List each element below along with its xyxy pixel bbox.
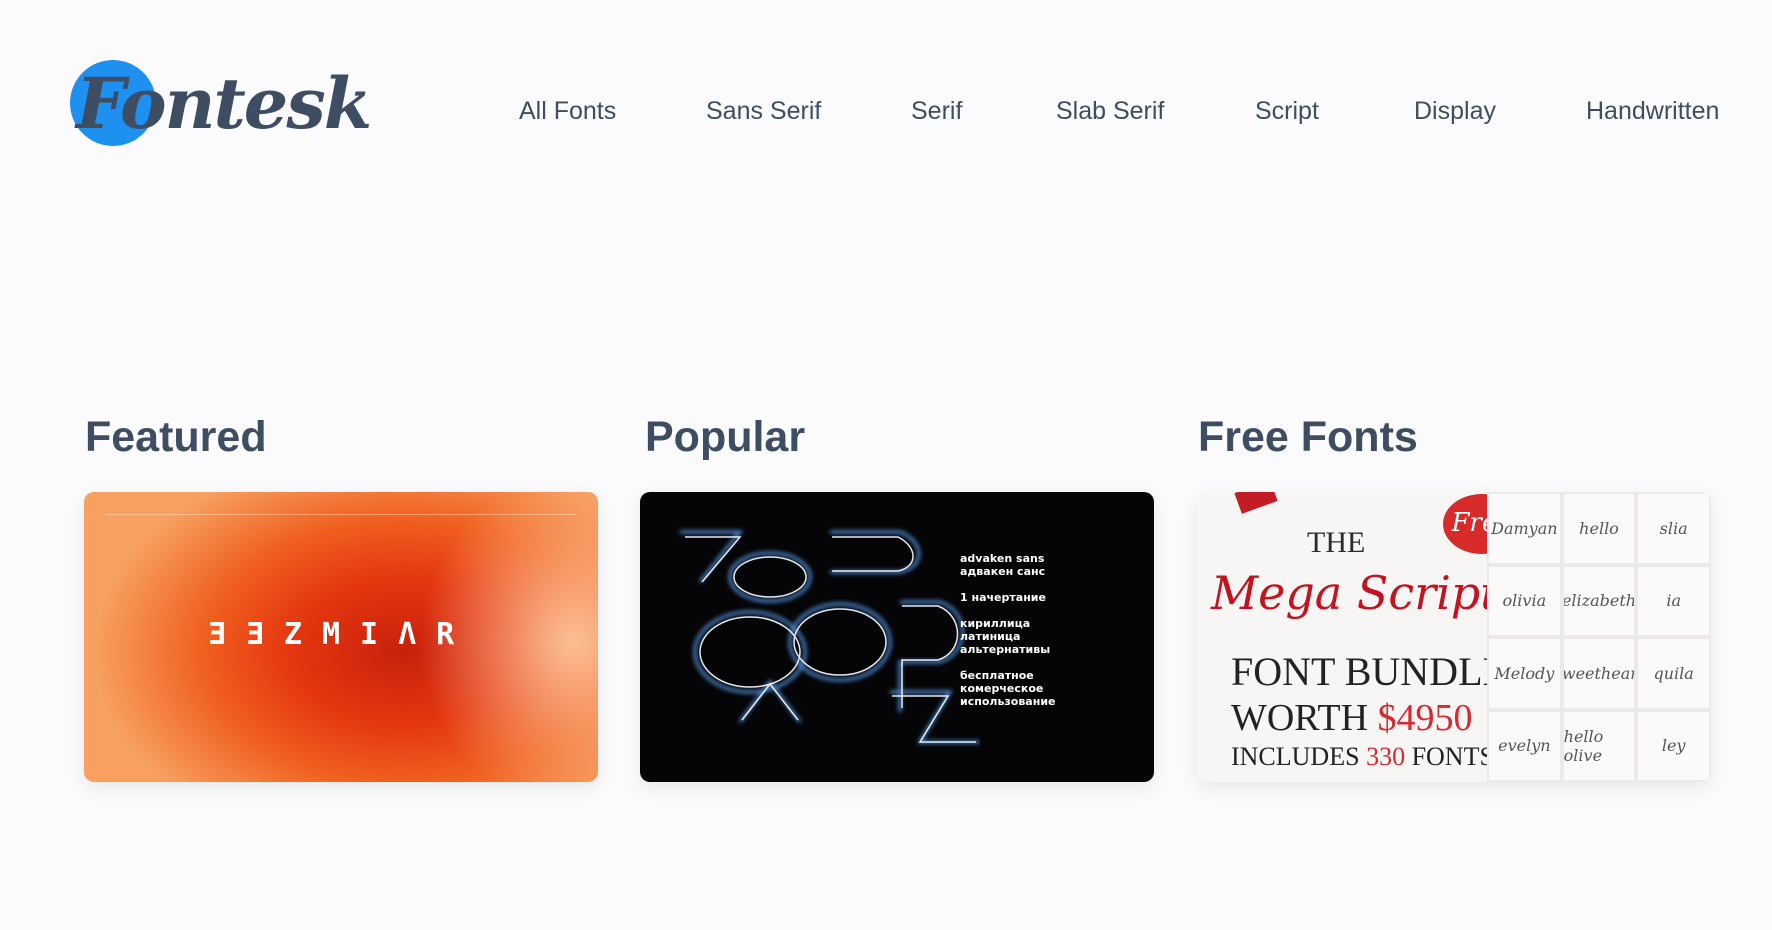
- featured-card[interactable]: ƎƎZMIΛR: [84, 492, 598, 782]
- promo-includes-suffix: FONTS: [1411, 742, 1494, 771]
- promo-includes-count: 330: [1366, 742, 1406, 771]
- font-preview-tile: hello olive: [1563, 711, 1635, 780]
- free-fonts-card[interactable]: THE Mega Script FONT BUNDLE WORTH $4950 …: [1197, 492, 1711, 782]
- nav-display[interactable]: Display: [1414, 95, 1496, 127]
- font-preview-tile: ia: [1638, 566, 1709, 635]
- nav-sans-serif[interactable]: Sans Serif: [706, 95, 821, 127]
- popular-description: advaken sans адвакен санс 1 начертание к…: [960, 552, 1130, 721]
- popular-line: advaken sans адвакен санс: [960, 552, 1046, 578]
- promo-includes: INCLUDES 330 FONTS: [1231, 742, 1494, 772]
- section-title-free-fonts: Free Fonts: [1198, 413, 1418, 461]
- promo-worth-label: WORTH: [1231, 697, 1369, 739]
- section-title-featured: Featured: [85, 413, 267, 461]
- promo-includes-label: INCLUDES: [1231, 742, 1360, 771]
- font-preview-grid: Damyan hello slia olivia elizabeth ia Me…: [1487, 492, 1711, 782]
- font-preview-tile: Melody: [1489, 639, 1560, 708]
- popular-glyph-art: [680, 530, 980, 744]
- font-preview-tile: evelyn: [1489, 711, 1560, 780]
- site-header: Fontesk All Fonts Sans Serif Serif Slab …: [0, 0, 1772, 200]
- popular-line: 1 начертание: [960, 591, 1046, 604]
- font-preview-tile: slia: [1638, 494, 1709, 563]
- nav-script[interactable]: Script: [1255, 95, 1319, 127]
- main-nav: All Fonts Sans Serif Serif Slab Serif Sc…: [0, 95, 1772, 127]
- promo-title: Mega Script: [1211, 566, 1499, 620]
- popular-card[interactable]: advaken sans адвакен санс 1 начертание к…: [640, 492, 1154, 782]
- font-preview-tile: ley: [1638, 711, 1709, 780]
- font-preview-tile: Damyan: [1489, 494, 1560, 563]
- popular-line: кириллица латиница альтернативы: [960, 617, 1051, 656]
- nav-all-fonts[interactable]: All Fonts: [519, 95, 616, 127]
- promo-the: THE: [1307, 526, 1366, 559]
- popular-line: бесплатное комерческое использование: [960, 669, 1056, 708]
- ribbon-icon: [1234, 492, 1278, 514]
- font-preview-tile: quila: [1638, 639, 1709, 708]
- featured-font-name: ƎƎZMIΛR: [207, 617, 475, 652]
- nav-slab-serif[interactable]: Slab Serif: [1056, 95, 1164, 127]
- font-preview-tile: olivia: [1489, 566, 1560, 635]
- nav-serif[interactable]: Serif: [911, 95, 962, 127]
- promo-worth: WORTH $4950: [1231, 696, 1473, 740]
- font-preview-tile: elizabeth: [1563, 566, 1635, 635]
- nav-handwritten[interactable]: Handwritten: [1586, 95, 1719, 127]
- font-preview-tile: sweetheart: [1563, 639, 1635, 708]
- section-title-popular: Popular: [645, 413, 806, 461]
- card-divider: [106, 514, 576, 515]
- font-preview-tile: hello: [1563, 494, 1635, 563]
- bundle-promo: THE Mega Script FONT BUNDLE WORTH $4950 …: [1197, 492, 1507, 782]
- promo-subtitle: FONT BUNDLE: [1231, 649, 1507, 694]
- promo-price: $4950: [1377, 697, 1473, 739]
